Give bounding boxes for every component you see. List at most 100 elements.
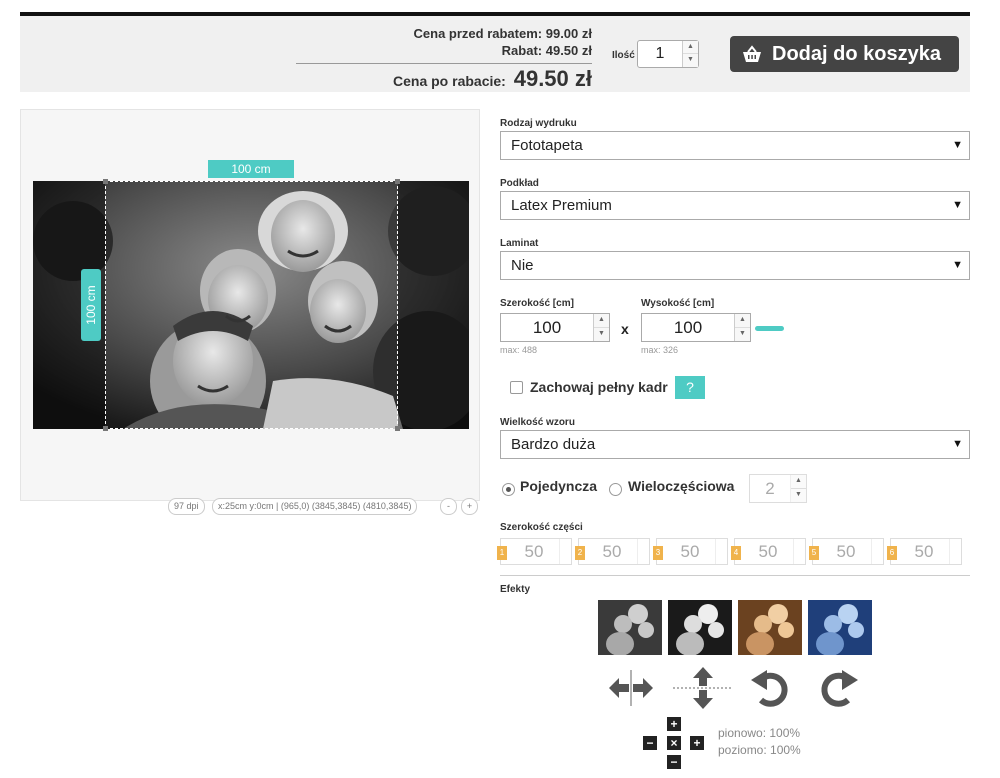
chevron-down-icon: ▼ xyxy=(952,438,963,450)
link-ratio-toggle[interactable] xyxy=(755,326,784,331)
chevron-down-icon: ▼ xyxy=(952,139,963,151)
minus-icon[interactable]: − xyxy=(667,755,681,769)
height-input[interactable]: 100 ▲ ▼ xyxy=(641,313,751,342)
decrement-icon[interactable]: ▼ xyxy=(735,328,750,342)
substrate-label: Podkład xyxy=(500,178,539,189)
multi-radio[interactable] xyxy=(609,483,622,496)
effect-sepia-image xyxy=(738,600,802,655)
rotate-left-icon[interactable] xyxy=(749,668,791,708)
effects-label: Efekty xyxy=(500,584,531,595)
print-type-value: Fototapeta xyxy=(511,137,583,154)
substrate-select[interactable]: Latex Premium ▼ xyxy=(500,191,970,220)
part-width-input[interactable]: 3 50 xyxy=(653,538,728,565)
parts-spinner[interactable]: ▲ ▼ xyxy=(790,475,806,502)
effect-grayscale-thumb[interactable] xyxy=(598,600,662,655)
section-divider xyxy=(500,575,970,576)
keep-frame-checkbox[interactable] xyxy=(510,381,523,394)
part-number-badge: 6 xyxy=(887,546,897,560)
effect-blue-thumb[interactable] xyxy=(808,600,872,655)
pattern-size-value: Bardzo duża xyxy=(511,436,596,453)
minus-icon[interactable]: − xyxy=(643,736,657,750)
help-button[interactable]: ? xyxy=(675,376,705,399)
height-dimension-text: 100 cm xyxy=(84,285,98,325)
parts-count-input[interactable]: 2 ▲ ▼ xyxy=(749,474,807,503)
laminate-value: Nie xyxy=(511,257,534,274)
decrement-icon[interactable]: ▼ xyxy=(791,489,806,503)
zoom-out-button[interactable]: - xyxy=(440,498,457,515)
part-width-input[interactable]: 2 50 xyxy=(575,538,650,565)
chevron-down-icon: ▼ xyxy=(952,199,963,211)
increment-icon[interactable]: ▲ xyxy=(594,314,609,328)
increment-icon[interactable]: ▲ xyxy=(735,314,750,328)
width-dimension-label: 100 cm xyxy=(208,160,294,178)
part-spinner[interactable] xyxy=(637,539,649,564)
part-width-label: Szerokość części xyxy=(500,522,583,533)
width-spinner[interactable]: ▲ ▼ xyxy=(593,314,609,341)
part-spinner[interactable] xyxy=(793,539,805,564)
part-number-badge: 1 xyxy=(497,546,507,560)
height-max: max: 326 xyxy=(641,345,679,355)
part-width-input[interactable]: 5 50 xyxy=(809,538,884,565)
width-input[interactable]: 100 ▲ ▼ xyxy=(500,313,610,342)
crop-handle[interactable] xyxy=(395,426,400,431)
reset-scale-icon[interactable]: × xyxy=(667,736,681,750)
part-width-input[interactable]: 6 50 xyxy=(887,538,962,565)
substrate-value: Latex Premium xyxy=(511,197,612,214)
zoom-in-button[interactable]: + xyxy=(461,498,478,515)
options-panel: Rodzaj wydruku Fototapeta ▼ Podkład Late… xyxy=(497,0,970,778)
part-spinner[interactable] xyxy=(559,539,571,564)
height-spinner[interactable]: ▲ ▼ xyxy=(734,314,750,341)
height-dimension-label: 100 cm xyxy=(81,269,101,341)
crop-handle[interactable] xyxy=(395,179,400,184)
height-label: Wysokość [cm] xyxy=(641,298,715,309)
photo-preview-panel: 100 cm 100 cm xyxy=(20,109,480,501)
part-width-input[interactable]: 1 50 xyxy=(497,538,572,565)
part-width-value[interactable]: 50 xyxy=(901,539,947,564)
part-width-value[interactable]: 50 xyxy=(745,539,791,564)
scale-controls: + − × + − xyxy=(643,717,705,769)
pattern-size-select[interactable]: Bardzo duża ▼ xyxy=(500,430,970,459)
multi-label[interactable]: Wieloczęściowa xyxy=(628,478,734,494)
parts-count-value[interactable]: 2 xyxy=(750,475,790,502)
laminate-label: Laminat xyxy=(500,238,539,249)
plus-icon[interactable]: + xyxy=(690,736,704,750)
part-width-value[interactable]: 50 xyxy=(667,539,713,564)
single-radio[interactable] xyxy=(502,483,515,496)
dpi-badge: 97 dpi xyxy=(168,498,205,515)
part-spinner[interactable] xyxy=(949,539,961,564)
crop-handle[interactable] xyxy=(103,179,108,184)
height-value[interactable]: 100 xyxy=(642,314,734,341)
crop-handle[interactable] xyxy=(103,426,108,431)
single-label[interactable]: Pojedyncza xyxy=(520,478,597,494)
times-sign: x xyxy=(621,321,629,337)
part-number-badge: 5 xyxy=(809,546,819,560)
price-after-label: Cena po rabacie: xyxy=(393,73,506,89)
part-width-value[interactable]: 50 xyxy=(823,539,869,564)
part-number-badge: 4 xyxy=(731,546,741,560)
effect-grayscale-image xyxy=(598,600,662,655)
print-type-select[interactable]: Fototapeta ▼ xyxy=(500,131,970,160)
effect-contrast-image xyxy=(668,600,732,655)
effect-contrast-thumb[interactable] xyxy=(668,600,732,655)
part-spinner[interactable] xyxy=(871,539,883,564)
chevron-down-icon: ▼ xyxy=(952,259,963,271)
width-value[interactable]: 100 xyxy=(501,314,593,341)
part-spinner[interactable] xyxy=(715,539,727,564)
flip-horizontal-icon[interactable] xyxy=(607,668,655,708)
print-type-label: Rodzaj wydruku xyxy=(500,118,577,129)
laminate-select[interactable]: Nie ▼ xyxy=(500,251,970,280)
vertical-scale: pionowo: 100% xyxy=(718,726,801,740)
part-width-value[interactable]: 50 xyxy=(589,539,635,564)
effect-sepia-thumb[interactable] xyxy=(738,600,802,655)
part-number-badge: 2 xyxy=(575,546,585,560)
keep-frame-label[interactable]: Zachowaj pełny kadr xyxy=(530,379,668,395)
rotate-right-icon[interactable] xyxy=(818,668,860,708)
increment-icon[interactable]: ▲ xyxy=(791,475,806,489)
plus-icon[interactable]: + xyxy=(667,717,681,731)
width-label: Szerokość [cm] xyxy=(500,298,574,309)
crop-frame[interactable] xyxy=(103,179,400,431)
part-width-input[interactable]: 4 50 xyxy=(731,538,806,565)
part-width-value[interactable]: 50 xyxy=(511,539,557,564)
flip-vertical-icon[interactable] xyxy=(673,666,733,710)
decrement-icon[interactable]: ▼ xyxy=(594,328,609,342)
